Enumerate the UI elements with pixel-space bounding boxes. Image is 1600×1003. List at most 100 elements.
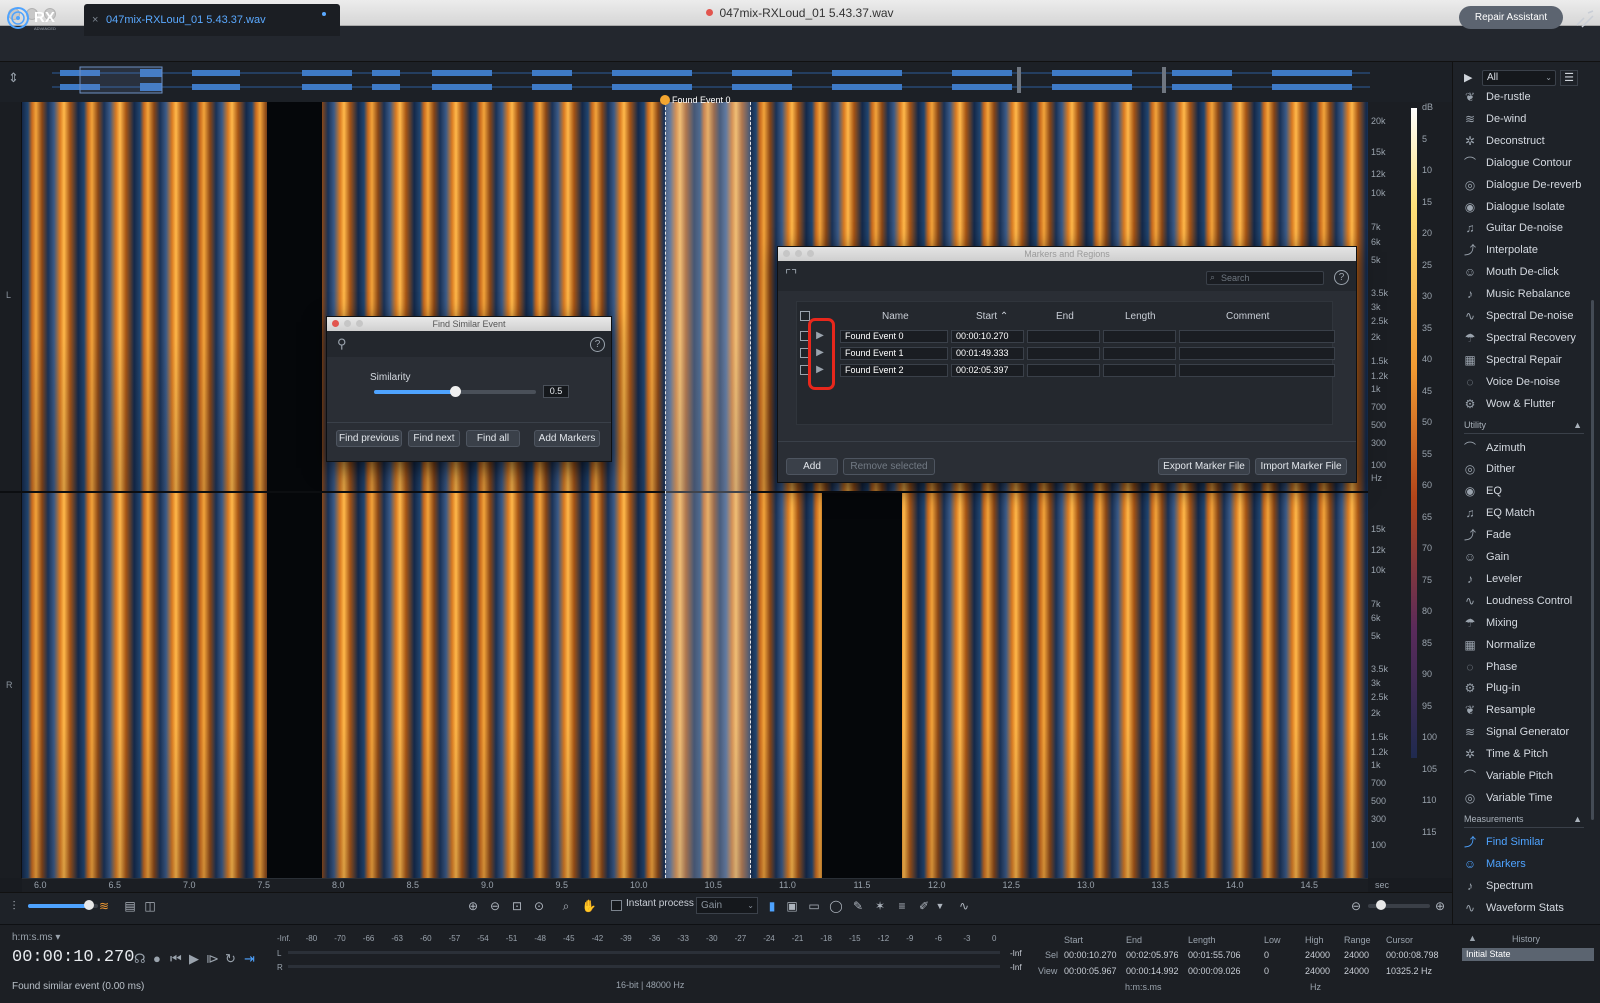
signal-chain-icon[interactable] [1574, 8, 1596, 30]
marker-pin-icon[interactable] [660, 95, 670, 105]
marker-end-cell[interactable] [1027, 364, 1100, 377]
module-loudness-control[interactable]: ∿ Loudness Control [1462, 591, 1572, 611]
module-guitar-de-noise[interactable]: ♫ Guitar De-noise [1462, 218, 1564, 238]
module-eq-match[interactable]: ♫ EQ Match [1462, 503, 1535, 523]
find-next-button[interactable]: Find next [408, 430, 460, 447]
selection-region[interactable] [665, 102, 751, 878]
module-normalize[interactable]: ▦ Normalize [1462, 635, 1535, 655]
module-variable-pitch[interactable]: ⌒ Variable Pitch [1462, 766, 1553, 786]
magnify-icon[interactable]: ⌕ [558, 898, 574, 914]
marker-comment-cell[interactable] [1179, 364, 1335, 377]
hand-icon[interactable]: ✋ [581, 898, 597, 914]
module-leveler[interactable]: ♪ Leveler [1462, 569, 1522, 589]
module-dither[interactable]: ◎ Dither [1462, 459, 1516, 479]
chevron-down-icon[interactable]: ▼ [932, 898, 948, 914]
marker-end-cell[interactable] [1027, 347, 1100, 360]
module-phase[interactable]: ◌ Phase [1462, 657, 1517, 677]
marker-name-cell[interactable]: Found Event 0 [840, 330, 948, 343]
skip-back-icon[interactable]: ⏮ [170, 951, 182, 967]
marker-end-cell[interactable] [1027, 330, 1100, 343]
play-icon[interactable]: ▶ [189, 951, 199, 967]
sel-range-value[interactable]: 24000 [1344, 950, 1369, 960]
module-markers[interactable]: ☺ Markers [1462, 854, 1526, 874]
time-ruler[interactable]: 6.0 6.5 7.0 7.5 8.0 8.5 9.0 9.5 10.0 10.5 11.0 11.5… [22, 878, 1389, 892]
marker-comment-cell[interactable] [1179, 330, 1335, 343]
frequency-selection-icon[interactable]: ▭ [806, 898, 822, 914]
column-header-length[interactable]: Length [1125, 311, 1156, 322]
marker-label[interactable]: Found Event 0 [672, 95, 731, 105]
harmonic-selection-icon[interactable]: ≡ [894, 898, 910, 914]
find-all-button[interactable]: Find all [466, 430, 520, 447]
search-input[interactable]: ⌕ Search [1206, 271, 1324, 285]
module-fade[interactable]: ⤴ Fade [1462, 525, 1511, 545]
find-previous-button[interactable]: Find previous [336, 430, 402, 447]
minimize-dialog-button[interactable] [344, 320, 351, 327]
history-collapse-icon[interactable]: ▲ [1468, 933, 1477, 943]
module-waveform-stats[interactable]: ∿ Waveform Stats [1462, 898, 1564, 918]
close-dialog-button[interactable] [783, 250, 790, 257]
instant-process-checkbox[interactable] [611, 900, 622, 911]
select-all-checkbox[interactable] [800, 311, 810, 321]
minimize-dialog-button[interactable] [795, 250, 802, 257]
file-tab[interactable]: × 047mix-RXLoud_01 5.43.37.wav [84, 4, 340, 36]
module-dialogue-isolate[interactable]: ◉ Dialogue Isolate [1462, 197, 1565, 217]
view-low-value[interactable]: 0 [1264, 966, 1269, 976]
marker-length-cell[interactable] [1103, 347, 1176, 360]
sidebar-scrollbar[interactable] [1591, 300, 1594, 820]
module-time-pitch[interactable]: ✲ Time & Pitch [1462, 744, 1548, 764]
magic-wand-icon[interactable]: ✶ [872, 898, 888, 914]
time-frequency-selection-icon[interactable]: ▣ [784, 898, 800, 914]
export-marker-file-button[interactable]: Export Marker File [1158, 458, 1250, 475]
zoom-slider-knob[interactable] [1376, 900, 1386, 910]
module-music-rebalance[interactable]: ♪ Music Rebalance [1462, 284, 1570, 304]
zoom-in-icon[interactable]: ⊕ [465, 898, 481, 914]
module-spectral-repair[interactable]: ▦ Spectral Repair [1462, 350, 1562, 370]
sel-end-value[interactable]: 00:02:05.976 [1126, 950, 1179, 960]
module-eq[interactable]: ◉ EQ [1462, 481, 1502, 501]
column-header-end[interactable]: End [1056, 311, 1074, 322]
module-spectral-recovery[interactable]: ☂ Spectral Recovery [1462, 328, 1576, 348]
sel-start-value[interactable]: 00:00:10.270 [1064, 950, 1117, 960]
module-spectrum[interactable]: ♪ Spectrum [1462, 876, 1533, 896]
zoom-dialog-button[interactable] [356, 320, 363, 327]
time-selection-icon[interactable]: ▮ [764, 898, 780, 914]
headphones-icon[interactable]: ☊ [134, 951, 146, 967]
marker-start-cell[interactable]: 00:02:05.397 [951, 364, 1024, 377]
close-tab-icon[interactable]: × [92, 14, 98, 26]
marker-start-cell[interactable]: 00:01:49.333 [951, 347, 1024, 360]
column-header-comment[interactable]: Comment [1226, 311, 1269, 322]
remove-selected-button[interactable]: Remove selected [843, 458, 935, 475]
view-range-value[interactable]: 24000 [1344, 966, 1369, 976]
module-de-rustle[interactable]: ❦ De-rustle [1462, 87, 1531, 107]
help-icon[interactable]: ? [590, 337, 605, 352]
collapse-section-icon[interactable]: ▲ [1573, 420, 1582, 430]
similarity-value-field[interactable]: 0.5 [543, 385, 569, 398]
marker-comment-cell[interactable] [1179, 347, 1335, 360]
module-voice-de-noise[interactable]: ◌ Voice De-noise [1462, 372, 1560, 392]
brush-icon[interactable]: ✎ [850, 898, 866, 914]
column-header-start[interactable]: Start ⌃ [976, 311, 1008, 322]
zoom-dialog-button[interactable] [807, 250, 814, 257]
marker-start-cell[interactable]: 00:00:10.270 [951, 330, 1024, 343]
module-signal-generator[interactable]: ≋ Signal Generator [1462, 722, 1569, 742]
collapse-overview-icon[interactable]: ⇕ [8, 70, 19, 86]
column-header-name[interactable]: Name [882, 311, 909, 322]
spectrogram-view-icon[interactable]: ≋ [96, 898, 112, 914]
instant-process-mode-select[interactable]: Gain ⌄ [696, 897, 758, 914]
import-marker-file-button[interactable]: Import Marker File [1255, 458, 1347, 475]
zoom-selection-icon[interactable]: ⊡ [509, 898, 525, 914]
pencil-icon[interactable]: ✐ [916, 898, 932, 914]
help-icon[interactable]: ? [1334, 270, 1349, 285]
zoom-out-icon[interactable]: ⊖ [1348, 898, 1364, 914]
zoom-out-icon[interactable]: ⊖ [487, 898, 503, 914]
loop-icon[interactable]: ↻ [225, 951, 236, 967]
module-resample[interactable]: ❦ Resample [1462, 700, 1536, 720]
sel-low-value[interactable]: 0 [1264, 950, 1269, 960]
section-measurements[interactable]: Measurements ▲ [1464, 814, 1584, 828]
module-dialogue-de-reverb[interactable]: ◎ Dialogue De-reverb [1462, 175, 1582, 195]
play-icon[interactable]: ▶ [1464, 71, 1472, 84]
sel-high-value[interactable]: 24000 [1305, 950, 1330, 960]
view-end-value[interactable]: 00:00:14.992 [1126, 966, 1179, 976]
overview-waveform[interactable] [52, 66, 1370, 94]
module-plug-in[interactable]: ⚙ Plug-in [1462, 678, 1521, 698]
